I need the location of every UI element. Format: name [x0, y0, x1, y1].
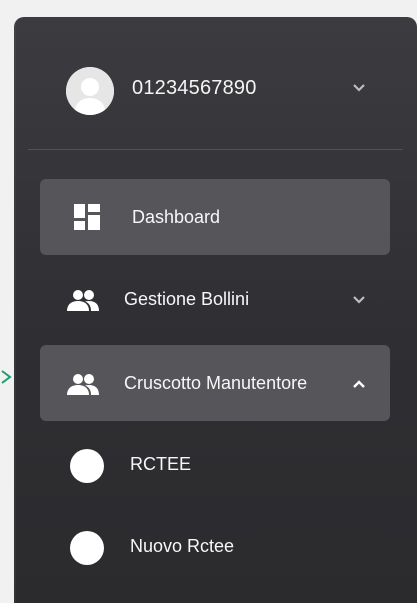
avatar-person-icon [66, 67, 114, 115]
nav-label-gestione-bollini: Gestione Bollini [124, 289, 250, 309]
submenu-item-rctee[interactable]: RCTEE [40, 435, 390, 495]
nav-item-dashboard[interactable]: Dashboard [40, 179, 390, 255]
circle-bullet-icon [70, 531, 104, 565]
chevron-down-icon[interactable] [352, 83, 366, 93]
dashboard-grid-icon [74, 204, 100, 230]
nav-item-cruscotto-manutentore[interactable]: Cruscotto Manutentore [40, 345, 390, 421]
circle-bullet-icon [70, 449, 104, 483]
chevron-down-icon[interactable] [352, 295, 366, 305]
selection-marker-icon [0, 370, 12, 384]
nav-label-cruscotto-manutentore: Cruscotto Manutentore [124, 373, 308, 393]
chevron-up-icon[interactable] [352, 379, 366, 389]
divider [28, 149, 403, 150]
user-menu[interactable]: 01234567890 [14, 17, 417, 157]
people-group-icon [66, 373, 100, 395]
submenu-label-nuovo-rctee: Nuovo Rctee [130, 536, 235, 556]
nav-item-gestione-bollini[interactable]: Gestione Bollini [40, 261, 390, 337]
submenu-item-nuovo-rctee[interactable]: Nuovo Rctee [40, 517, 390, 577]
nav-label-dashboard: Dashboard [132, 207, 221, 227]
people-group-icon [66, 289, 100, 311]
submenu-label-rctee: RCTEE [130, 454, 192, 474]
user-name: 01234567890 [132, 77, 257, 99]
sidebar: 01234567890 Dashboard Gestione Bollini C… [14, 17, 417, 603]
